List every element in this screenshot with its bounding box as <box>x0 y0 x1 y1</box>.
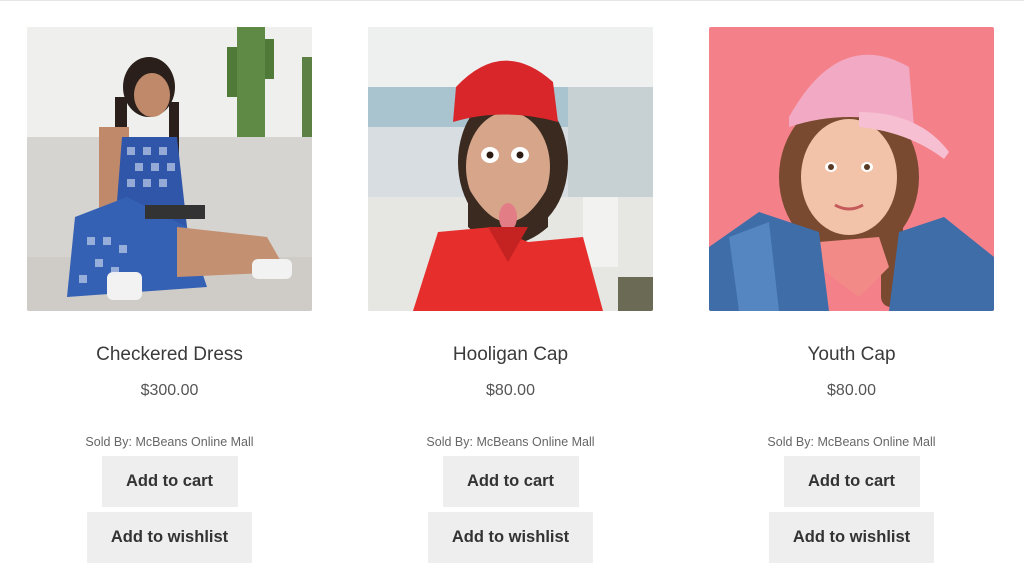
seller-label: Sold By: McBeans Online Mall <box>85 435 254 449</box>
product-image[interactable] <box>709 27 994 311</box>
product-title[interactable]: Youth Cap <box>807 343 895 367</box>
product-image[interactable] <box>27 27 312 311</box>
product-card: Youth Cap $80.00 Sold By: McBeans Online… <box>709 27 994 563</box>
hooligan-cap-photo <box>368 27 653 311</box>
seller-label: Sold By: McBeans Online Mall <box>426 435 595 449</box>
product-image[interactable] <box>368 27 653 311</box>
add-to-wishlist-button[interactable]: Add to wishlist <box>428 512 593 563</box>
youth-cap-photo <box>709 27 994 311</box>
add-to-wishlist-button[interactable]: Add to wishlist <box>769 512 934 563</box>
checkered-dress-photo <box>27 27 312 311</box>
add-to-cart-button[interactable]: Add to cart <box>783 456 920 507</box>
product-grid: Checkered Dress $300.00 Sold By: McBeans… <box>27 27 994 563</box>
add-to-wishlist-button[interactable]: Add to wishlist <box>87 512 252 563</box>
add-to-cart-button[interactable]: Add to cart <box>442 456 579 507</box>
top-divider <box>0 0 1024 1</box>
product-card: Checkered Dress $300.00 Sold By: McBeans… <box>27 27 312 563</box>
product-title[interactable]: Hooligan Cap <box>453 343 568 367</box>
add-to-cart-button[interactable]: Add to cart <box>101 456 238 507</box>
seller-label: Sold By: McBeans Online Mall <box>767 435 936 449</box>
product-price: $300.00 <box>140 382 199 399</box>
product-price: $80.00 <box>486 382 535 399</box>
product-price: $80.00 <box>827 382 876 399</box>
product-card: Hooligan Cap $80.00 Sold By: McBeans Onl… <box>368 27 653 563</box>
product-title[interactable]: Checkered Dress <box>96 343 243 367</box>
